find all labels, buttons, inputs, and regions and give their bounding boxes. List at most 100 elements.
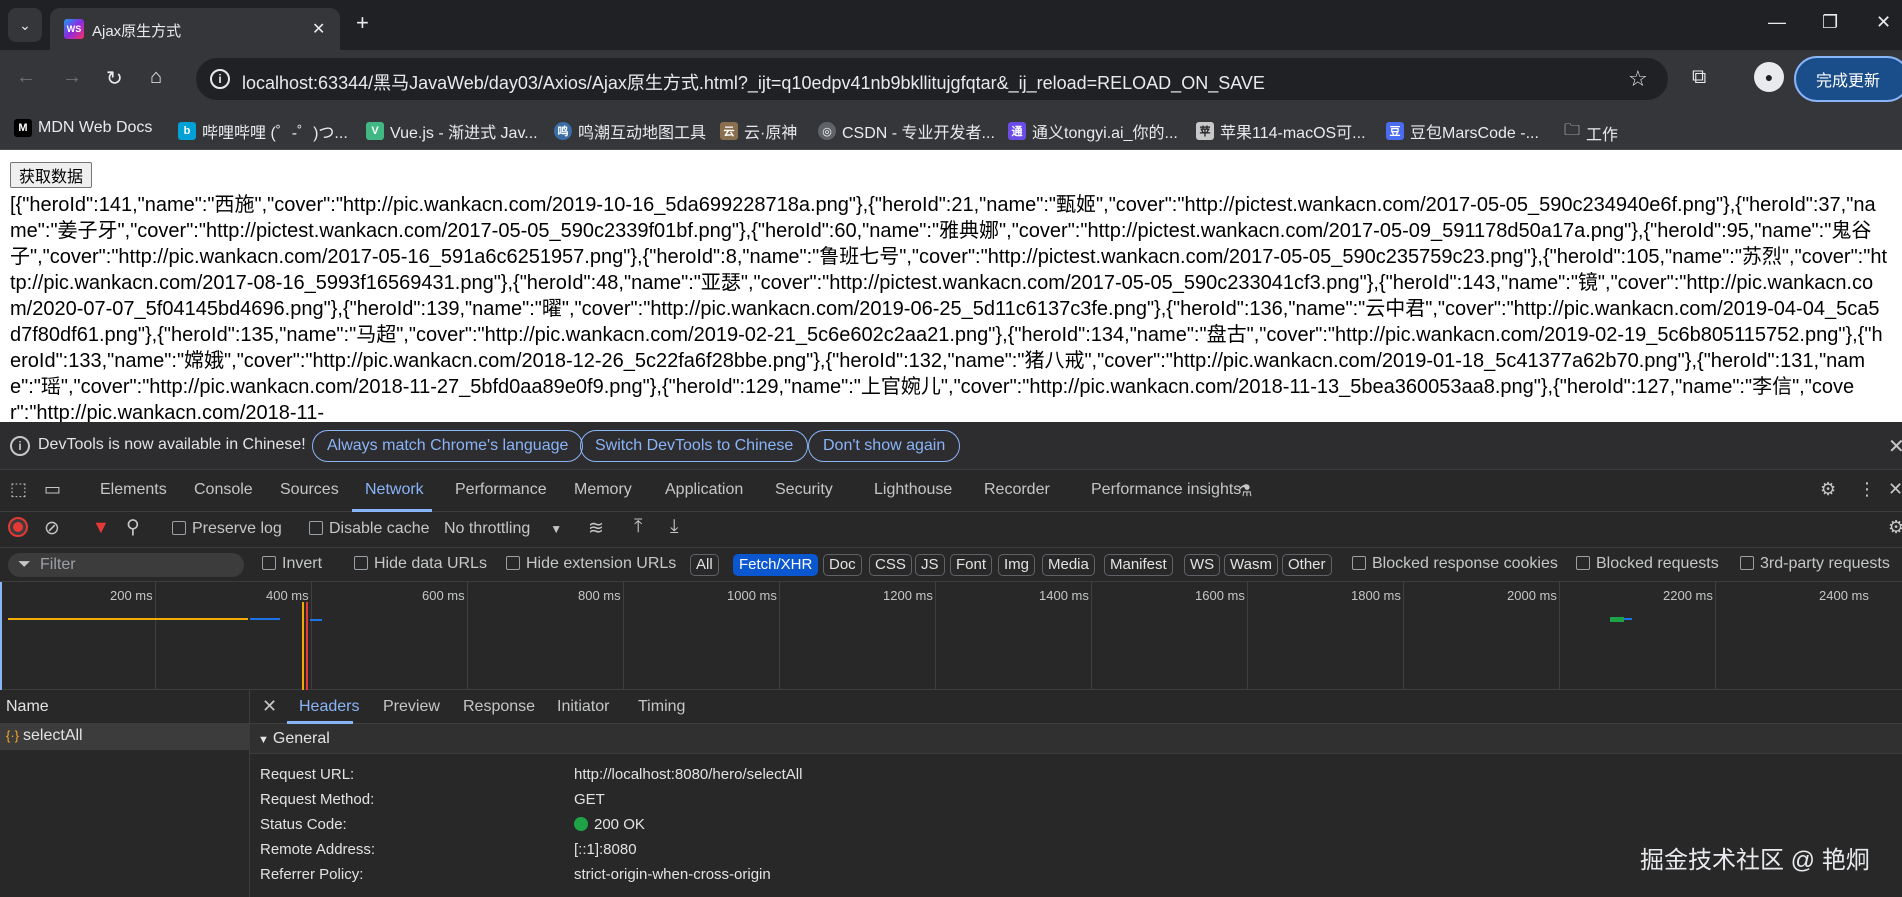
close-icon[interactable]: ✕ <box>312 19 325 39</box>
new-tab-button[interactable]: + <box>356 12 369 34</box>
close-detail-icon[interactable]: ✕ <box>262 696 277 717</box>
page-viewport: 获取数据 [{"heroId":141,"name":"西施","cover":… <box>0 150 1902 422</box>
name-column-header[interactable]: Name <box>0 690 250 724</box>
active-tab[interactable]: WS Ajax原生方式 ✕ <box>50 8 340 50</box>
bookmark-marscode[interactable]: 豆豆包MarsCode -... <box>1386 119 1539 143</box>
type-filter-media[interactable]: Media <box>1042 554 1095 576</box>
disable-cache-checkbox[interactable]: Disable cache <box>309 520 430 538</box>
dont-show-again-button[interactable]: Don't show again <box>808 430 961 462</box>
timeline-bar <box>8 618 248 620</box>
tab-search-button[interactable]: ⌄ <box>8 8 42 42</box>
device-toolbar-icon[interactable]: ▭ <box>44 479 61 500</box>
type-filter-ws[interactable]: WS <box>1184 554 1221 576</box>
network-overview-timeline[interactable]: 200 ms 400 ms 600 ms 800 ms 1000 ms 1200… <box>0 582 1902 690</box>
fetch-data-button[interactable]: 获取数据 <box>10 162 93 188</box>
tab-elements[interactable]: Elements <box>100 481 167 499</box>
type-filter-wasm[interactable]: Wasm <box>1224 554 1278 576</box>
throttling-select[interactable]: No throttling ▼ <box>444 520 562 538</box>
filter-icon[interactable]: ▼ <box>92 517 110 538</box>
tab-headers[interactable]: Headers <box>299 698 359 716</box>
type-filter-doc[interactable]: Doc <box>823 554 862 576</box>
close-devtools-icon[interactable]: ✕ <box>1888 479 1902 500</box>
devtools-panel: i DevTools is now available in Chinese! … <box>0 422 1902 897</box>
site-info-icon[interactable]: i <box>210 69 230 89</box>
bookmark-tongyi[interactable]: 通通义tongyi.ai_你的... <box>1008 119 1178 143</box>
tab-performance[interactable]: Performance <box>455 481 547 499</box>
bookmark-vue[interactable]: V Vue.js - 渐进式 Jav... <box>366 119 538 143</box>
type-filter-js[interactable]: JS <box>915 554 945 576</box>
search-icon[interactable]: ⚲ <box>126 516 140 539</box>
tab-recorder[interactable]: Recorder <box>984 481 1050 499</box>
settings-icon[interactable]: ⚙ <box>1820 479 1836 500</box>
bookmark-folder-work[interactable]: 🗀 工作 <box>1564 119 1618 146</box>
url-text[interactable]: localhost:63344/黑马JavaWeb/day03/Axios/Aj… <box>242 69 1265 95</box>
request-list: Name {·} selectAll <box>0 690 250 897</box>
export-icon[interactable]: ⤓ <box>670 516 678 538</box>
tab-network[interactable]: Network <box>365 481 424 499</box>
filter-input[interactable]: ⏷ Filter <box>8 553 244 577</box>
type-filter-font[interactable]: Font <box>950 554 993 576</box>
tab-initiator[interactable]: Initiator <box>557 698 609 716</box>
network-settings-icon[interactable]: ⚙ <box>1888 517 1902 538</box>
close-window-icon[interactable]: ✕ <box>1876 12 1891 33</box>
type-filter-css[interactable]: CSS <box>869 554 912 576</box>
forward-icon[interactable]: → <box>62 66 82 89</box>
tab-security[interactable]: Security <box>775 481 833 499</box>
tab-console[interactable]: Console <box>194 481 253 499</box>
hide-extension-urls-checkbox[interactable]: Hide extension URLs <box>506 555 676 573</box>
blocked-cookies-checkbox[interactable]: Blocked response cookies <box>1352 555 1558 573</box>
third-party-checkbox[interactable]: 3rd-party requests <box>1740 555 1890 573</box>
type-filter-manifest[interactable]: Manifest <box>1104 554 1173 576</box>
type-filter-other[interactable]: Other <box>1282 554 1332 576</box>
bookmark-genshin[interactable]: 云云·原神 <box>720 119 797 143</box>
close-icon[interactable]: ✕ <box>1888 434 1902 459</box>
network-conditions-icon[interactable]: ≋ <box>588 517 604 540</box>
hide-data-urls-checkbox[interactable]: Hide data URLs <box>354 555 487 573</box>
back-icon[interactable]: ← <box>16 66 36 89</box>
request-name: selectAll <box>23 727 83 744</box>
profile-avatar[interactable]: ● <box>1754 62 1784 92</box>
tab-sources[interactable]: Sources <box>280 481 339 499</box>
tab-preview[interactable]: Preview <box>383 698 440 716</box>
bookmark-apple114[interactable]: 苹苹果114-macOS可... <box>1196 119 1366 143</box>
type-filter-img[interactable]: Img <box>998 554 1036 576</box>
import-icon[interactable]: ⤒ <box>634 516 642 538</box>
update-button[interactable]: 完成更新 <box>1794 56 1902 102</box>
grid-line <box>311 582 312 690</box>
bookmark-csdn[interactable]: ◎ CSDN - 专业开发者... <box>818 119 995 143</box>
language-notice: DevTools is now available in Chinese! <box>38 436 306 453</box>
tab-timing[interactable]: Timing <box>638 698 685 716</box>
type-filter-fetch-xhr[interactable]: Fetch/XHR <box>733 554 819 576</box>
home-icon[interactable]: ⌂ <box>150 66 162 89</box>
switch-to-chinese-button[interactable]: Switch DevTools to Chinese <box>580 430 809 462</box>
always-match-language-button[interactable]: Always match Chrome's language <box>312 430 584 462</box>
minimize-icon[interactable]: — <box>1768 12 1786 33</box>
record-icon[interactable] <box>8 517 28 540</box>
grid-line <box>1247 582 1248 690</box>
preserve-log-checkbox[interactable]: Preserve log <box>172 520 282 538</box>
bookmark-wuthering[interactable]: 鸣鸣潮互动地图工具 <box>554 119 706 143</box>
detail-tab-bar: ✕ Headers Preview Response Initiator Tim… <box>250 690 1902 724</box>
clear-icon[interactable]: ⊘ <box>44 517 60 540</box>
tab-application[interactable]: Application <box>665 481 743 499</box>
bookmark-star-icon[interactable]: ☆ <box>1628 66 1648 92</box>
invert-checkbox[interactable]: Invert <box>262 555 322 573</box>
inspect-element-icon[interactable]: ⬚ <box>10 479 27 500</box>
tab-lighthouse[interactable]: Lighthouse <box>874 481 952 499</box>
more-options-icon[interactable]: ⋮ <box>1858 479 1876 500</box>
address-bar[interactable]: i localhost:63344/黑马JavaWeb/day03/Axios/… <box>196 58 1668 100</box>
tab-memory[interactable]: Memory <box>574 481 632 499</box>
blocked-requests-checkbox[interactable]: Blocked requests <box>1576 555 1719 573</box>
tab-response[interactable]: Response <box>463 698 535 716</box>
bookmark-mdn[interactable]: M MDN Web Docs <box>14 119 152 137</box>
bookmark-bilibili[interactable]: b 哔哩哔哩 (゜-゜)つ... <box>178 119 348 143</box>
extensions-icon[interactable]: ⧉ <box>1692 66 1706 89</box>
reload-icon[interactable]: ↻ <box>106 66 123 91</box>
tab-performance-insights[interactable]: Performance insights <box>1091 481 1241 499</box>
general-section-header[interactable]: ▼ General <box>250 724 1902 754</box>
type-filter-all[interactable]: All <box>690 554 719 576</box>
general-label: General <box>272 730 330 747</box>
restore-icon[interactable]: ❐ <box>1822 12 1838 33</box>
request-row[interactable]: {·} selectAll <box>0 724 250 750</box>
blocked-cookies-label: Blocked response cookies <box>1372 555 1558 572</box>
